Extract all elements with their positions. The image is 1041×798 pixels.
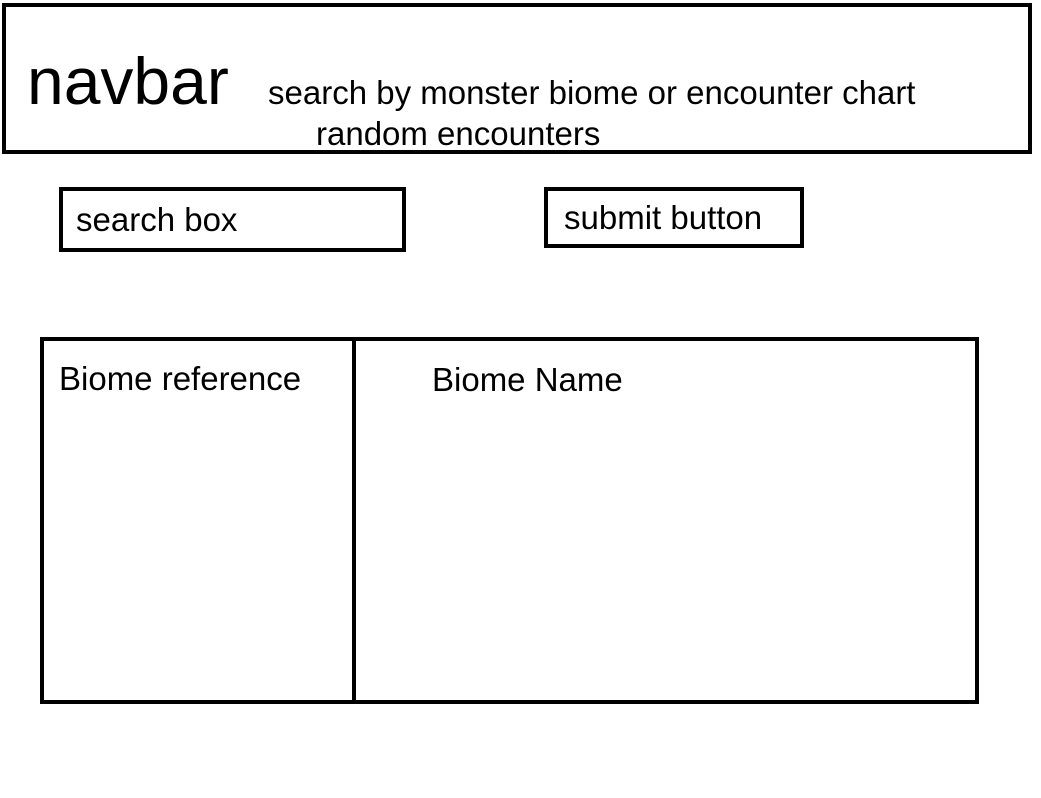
navbar-title: navbar <box>27 44 229 118</box>
navbar-description-line-2: random encounters <box>316 115 601 152</box>
search-input[interactable]: search box <box>59 187 406 252</box>
biome-name-label: Biome Name <box>432 361 623 398</box>
biome-panel: Biome reference Biome Name <box>40 337 979 704</box>
submit-button[interactable]: submit button <box>544 187 804 248</box>
submit-button-label: submit button <box>564 199 763 236</box>
search-input-label: search box <box>76 201 238 238</box>
navbar: navbar search by monster biome or encoun… <box>2 3 1032 154</box>
biome-panel-divider <box>352 337 356 704</box>
navbar-description-line-1: search by monster biome or encounter cha… <box>268 74 916 111</box>
biome-reference-label: Biome reference <box>59 360 302 397</box>
